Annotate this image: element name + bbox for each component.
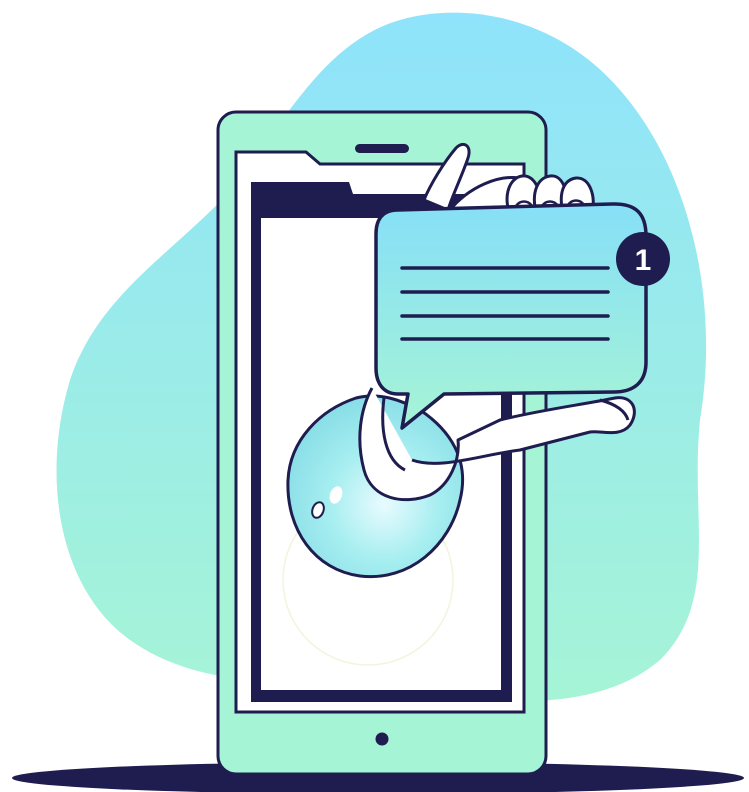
notification-count: 1 [635,244,652,277]
phone-speaker [355,144,409,153]
notification-badge-icon: 1 [616,232,670,286]
illustration-canvas: 1 [12,12,744,792]
phone-home-button [375,732,389,746]
